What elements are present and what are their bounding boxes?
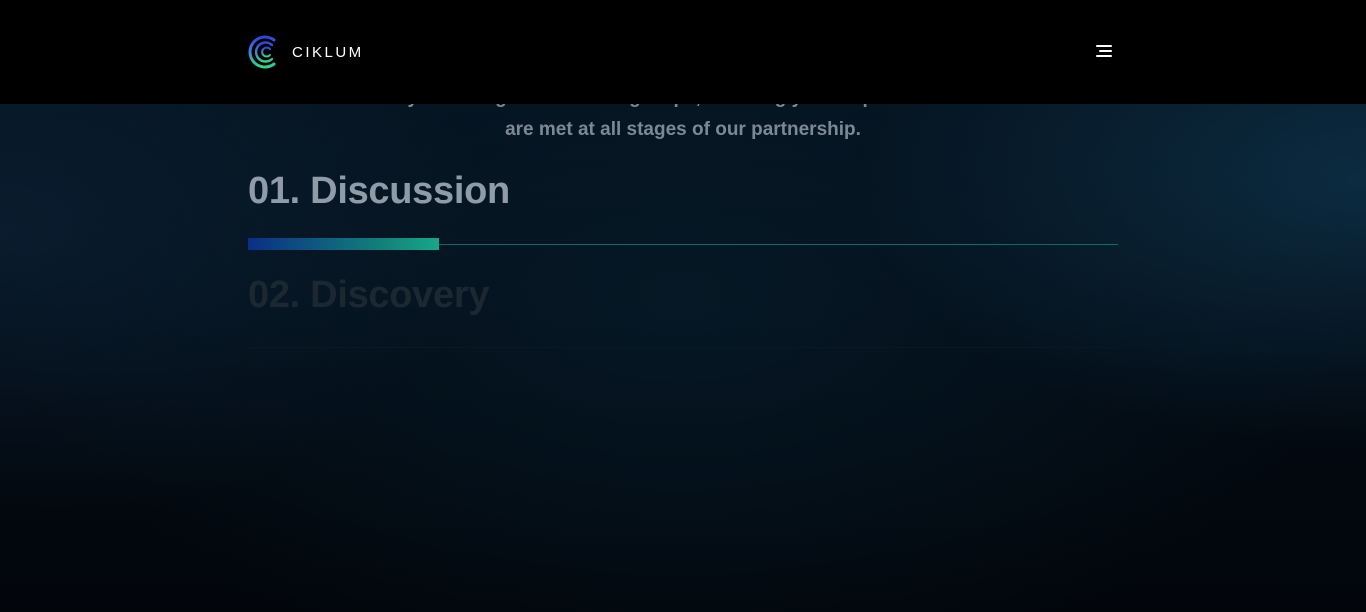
hamburger-menu-icon[interactable]	[1092, 40, 1116, 64]
page: CIKLUM you through the following steps, …	[0, 0, 1366, 612]
intro-line: are met at all stages of our partnership…	[505, 119, 861, 140]
progress-fill	[248, 238, 439, 250]
brand-name: CIKLUM	[292, 43, 364, 61]
step-discussion[interactable]: 01. Discussion	[248, 170, 1118, 213]
ciklum-logo-mark-icon	[248, 35, 280, 69]
step-title: 02. Discovery	[248, 274, 490, 316]
site-header: CIKLUM	[0, 0, 1366, 104]
step-discovery[interactable]: 02. Discovery	[248, 274, 1118, 317]
step-title: 01. Discussion	[248, 170, 510, 212]
step-divider	[248, 347, 1118, 348]
ciklum-logo[interactable]: CIKLUM	[248, 35, 364, 69]
